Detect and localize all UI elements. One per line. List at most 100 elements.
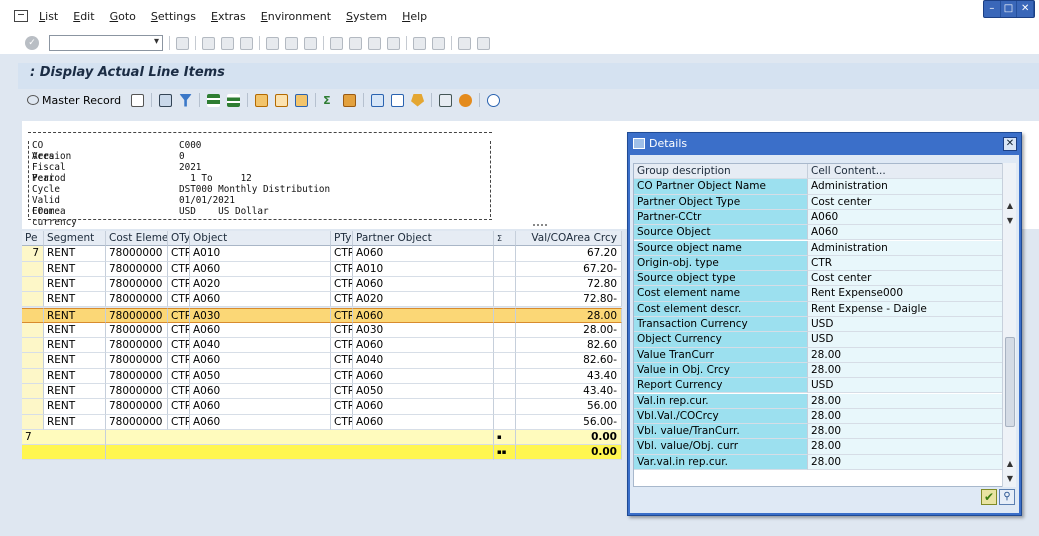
layout-menu-icon[interactable] (477, 36, 490, 50)
table-row[interactable]: RENT 78000000 CTR A060 CTR A050 43.40- (22, 384, 622, 400)
grid-header-row[interactable]: PeSegmentCost ElementOTyObjectPTyPartner… (22, 231, 622, 247)
close-window-button[interactable]: ✕ (1017, 1, 1035, 17)
last-page-icon[interactable] (387, 36, 400, 50)
table-row[interactable]: RENT 78000000 CTR A060 CTR A040 82.60- (22, 353, 622, 369)
command-field[interactable] (49, 35, 163, 51)
sum-icon[interactable]: Σ (323, 94, 336, 107)
menu-environment[interactable]: Environment (261, 10, 331, 23)
ok-checkmark-button[interactable]: ✔ (981, 489, 997, 505)
cell-pe (22, 353, 44, 369)
table-row[interactable]: 7 RENT 78000000 CTR A010 CTR A060 67.20 (22, 246, 622, 262)
menu-edit[interactable]: Edit (73, 10, 94, 23)
details-row[interactable]: Vbl. value/Obj. curr 28.00 (634, 439, 1004, 455)
splitter-handle[interactable] (533, 224, 547, 226)
details-row[interactable]: Var.val.in rep.cur. 28.00 (634, 454, 1004, 470)
table-row[interactable]: RENT 78000000 CTR A060 CTR A060 56.00 (22, 399, 622, 415)
shortcut-icon[interactable] (432, 36, 445, 50)
table-row[interactable]: RENT 78000000 CTR A060 CTR A010 67.20- (22, 261, 622, 277)
first-page-icon[interactable] (330, 36, 343, 50)
table-row[interactable]: RENT 78000000 CTR A030 CTR A060 28.00 (22, 307, 622, 323)
details-row[interactable]: Source Object A060 (634, 225, 1004, 241)
sort-ascending-icon[interactable] (207, 93, 221, 107)
enter-icon[interactable]: ✓ (25, 36, 39, 50)
close-icon[interactable]: ✕ (1003, 137, 1017, 151)
table-row[interactable]: RENT 78000000 CTR A020 CTR A060 72.80 (22, 276, 622, 293)
scroll-down-icon[interactable]: ▼ (1003, 214, 1017, 228)
refresh-icon[interactable] (487, 93, 501, 107)
next-page-icon[interactable] (368, 36, 381, 50)
help-icon[interactable] (458, 36, 471, 50)
export-icon[interactable] (371, 93, 385, 107)
total-row[interactable]: ▪▪ 0.00 (22, 445, 622, 461)
details-row[interactable]: Value in Obj. Crcy 28.00 (634, 362, 1004, 379)
new-session-icon[interactable] (413, 36, 426, 50)
scroll-down-icon[interactable]: ▼ (1003, 472, 1017, 486)
details-row[interactable]: Cost element name Rent Expense000 (634, 286, 1004, 302)
details-row[interactable]: Object Currency USD (634, 332, 1004, 348)
sort-descending-icon[interactable] (227, 93, 241, 107)
find-next-icon[interactable] (304, 36, 317, 50)
toolbar-separator (315, 93, 317, 107)
scroll-up-icon[interactable]: ▲ (1003, 199, 1017, 213)
save-layout-icon[interactable] (295, 93, 309, 107)
menu-system[interactable]: System (346, 10, 387, 23)
table-row[interactable]: RENT 78000000 CTR A050 CTR A060 43.40 (22, 368, 622, 384)
cell-pty: CTR (331, 414, 353, 430)
cell-value: 72.80- (516, 292, 622, 308)
layout-icon[interactable] (255, 93, 269, 107)
choose-layout-icon[interactable] (275, 93, 289, 107)
cell-partner: A060 (353, 276, 494, 293)
subtotal-row[interactable]: 7 ▪ 0.00 (22, 429, 622, 446)
print-icon[interactable] (266, 36, 279, 50)
details-header-row[interactable]: Group description Cell Content... (634, 164, 1004, 180)
menu-goto[interactable]: Goto (110, 10, 136, 23)
filter-icon[interactable] (179, 93, 193, 107)
subtotal-icon[interactable] (343, 93, 357, 107)
details-row[interactable]: Source object name Administration (634, 240, 1004, 256)
menu-list[interactable]: List (39, 10, 58, 23)
toolbar-separator (195, 36, 196, 50)
details-row[interactable]: Partner-CCtr A060 (634, 209, 1004, 226)
col-value-header: Val/COArea Crcy (516, 231, 622, 247)
details-row[interactable]: Cost element descr. Rent Expense - Daigle (634, 301, 1004, 317)
local-file-icon[interactable] (411, 93, 425, 107)
details-row[interactable]: Transaction Currency USD (634, 317, 1004, 333)
table-row[interactable]: RENT 78000000 CTR A060 CTR A020 72.80- (22, 292, 622, 308)
cell-value: 82.60- (516, 353, 622, 369)
details-icon[interactable] (131, 93, 145, 107)
details-scrollbar[interactable]: ▲ ▼ ▲ ▼ (1002, 163, 1016, 487)
details-row[interactable]: Partner Object Type Cost center (634, 194, 1004, 210)
find-icon[interactable] (285, 36, 298, 50)
master-record-button[interactable]: Master Record (27, 94, 121, 107)
cancel-icon[interactable] (240, 36, 253, 50)
details-row[interactable]: Vbl. value/TranCurr. 28.00 (634, 424, 1004, 440)
scroll-up-icon[interactable]: ▲ (1003, 457, 1017, 471)
details-row[interactable]: Value TranCurr 28.00 (634, 347, 1004, 363)
minimize-button[interactable]: – (984, 1, 1001, 17)
spreadsheet-icon[interactable] (391, 93, 405, 107)
menu-settings[interactable]: Settings (151, 10, 196, 23)
find-button[interactable]: ⚲ (999, 489, 1015, 505)
details-row[interactable]: CO Partner Object Name Administration (634, 179, 1004, 195)
find-icon[interactable] (159, 93, 173, 107)
mail-recipient-icon[interactable] (459, 93, 473, 107)
exit-icon[interactable] (14, 10, 28, 22)
previous-page-icon[interactable] (349, 36, 362, 50)
details-row[interactable]: Source object type Cost center (634, 271, 1004, 287)
scroll-thumb[interactable] (1005, 337, 1015, 427)
exit-icon[interactable] (221, 36, 234, 50)
menu-help[interactable]: Help (402, 10, 427, 23)
details-row[interactable]: Val.in rep.cur. 28.00 (634, 393, 1004, 409)
maximize-button[interactable]: □ (1001, 1, 1018, 17)
menu-extras[interactable]: Extras (211, 10, 246, 23)
print-preview-icon[interactable] (439, 93, 453, 107)
details-row[interactable]: Vbl.Val./COCrcy 28.00 (634, 408, 1004, 425)
details-row[interactable]: Report Currency USD (634, 378, 1004, 394)
save-icon[interactable] (176, 36, 189, 50)
toolbar-separator (199, 93, 201, 107)
table-row[interactable]: RENT 78000000 CTR A060 CTR A060 56.00- (22, 414, 622, 430)
details-row[interactable]: Origin-obj. type CTR (634, 255, 1004, 272)
table-row[interactable]: RENT 78000000 CTR A060 CTR A030 28.00- (22, 322, 622, 339)
table-row[interactable]: RENT 78000000 CTR A040 CTR A060 82.60 (22, 338, 622, 354)
back-icon[interactable] (202, 36, 215, 50)
